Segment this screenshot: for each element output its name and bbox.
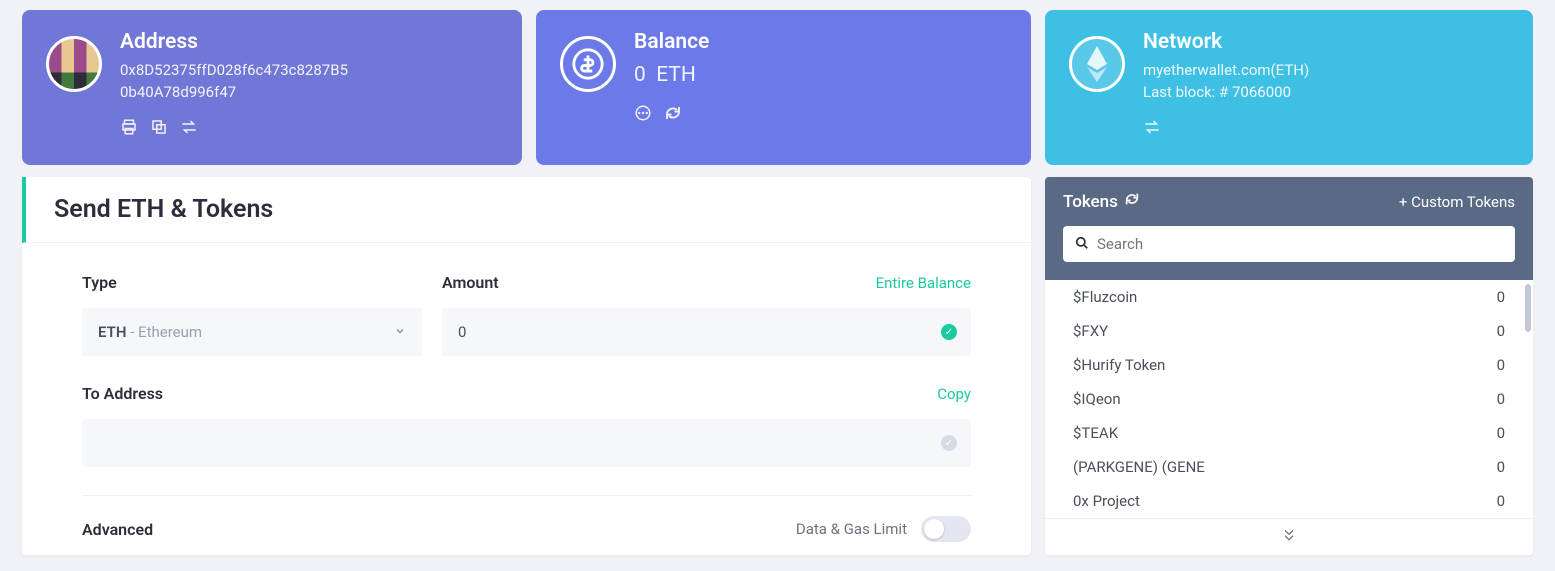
address-title: Address xyxy=(120,30,348,54)
change-network-icon[interactable] xyxy=(1143,118,1161,140)
main-row: Send ETH & Tokens Type ETH - Ethereum xyxy=(0,165,1555,555)
amount-label: Amount xyxy=(442,273,499,292)
token-name: $Fluzcoin xyxy=(1073,288,1137,306)
print-icon[interactable] xyxy=(120,118,138,140)
balance-card: Balance 0 ETH xyxy=(536,10,1031,165)
ethereum-icon xyxy=(1069,36,1125,92)
tokens-title: Tokens xyxy=(1063,191,1140,212)
dollar-icon xyxy=(560,36,616,92)
token-item[interactable]: $IQeon 0 xyxy=(1045,382,1533,416)
address-value: 0x8D52375ffD028f6c473c8287B5 0b40A78d996… xyxy=(120,60,348,104)
divider xyxy=(82,495,971,496)
network-card: Network myetherwallet.com(ETH) Last bloc… xyxy=(1045,10,1533,165)
balance-actions xyxy=(634,104,709,126)
type-amount-row: Type ETH - Ethereum Amount Entire Balanc… xyxy=(82,273,971,356)
advanced-toggle[interactable] xyxy=(921,516,971,542)
advanced-row: Advanced Data & Gas Limit xyxy=(82,516,971,542)
expand-tokens-button[interactable] xyxy=(1045,518,1533,555)
token-balance: 0 xyxy=(1497,458,1505,476)
balance-amount: 0 xyxy=(634,63,646,87)
token-name: 0x Project xyxy=(1073,492,1140,510)
balance-card-content: Balance 0 ETH xyxy=(634,30,709,126)
address-card-content: Address 0x8D52375ffD028f6c473c8287B5 0b4… xyxy=(120,30,348,140)
token-name: $Hurify Token xyxy=(1073,356,1165,374)
network-title: Network xyxy=(1143,30,1309,54)
identicon-icon xyxy=(46,36,102,92)
summary-cards: Address 0x8D52375ffD028f6c473c8287B5 0b4… xyxy=(0,0,1555,165)
token-name: $IQeon xyxy=(1073,390,1121,408)
advanced-right: Data & Gas Limit xyxy=(796,516,971,542)
address-card: Address 0x8D52375ffD028f6c473c8287B5 0b4… xyxy=(22,10,522,165)
token-name: $FXY xyxy=(1073,322,1108,340)
search-icon xyxy=(1075,235,1089,254)
token-balance: 0 xyxy=(1497,322,1505,340)
type-name: - Ethereum xyxy=(126,323,202,341)
to-address-column: To Address Copy ✓ xyxy=(82,384,971,467)
network-actions xyxy=(1143,118,1309,140)
network-lastblock: Last block: # 7066000 xyxy=(1143,82,1309,104)
refresh-icon[interactable] xyxy=(664,104,682,126)
type-label: Type xyxy=(82,273,117,292)
tokens-list[interactable]: $Fluzcoin0$FXY0$Hurify Token0$IQeon0$TEA… xyxy=(1045,280,1533,518)
address-line2: 0b40A78d996f47 xyxy=(120,82,348,104)
balance-title: Balance xyxy=(634,30,709,54)
token-balance: 0 xyxy=(1497,492,1505,510)
tokens-header: Tokens + Custom Tokens xyxy=(1045,177,1533,280)
to-address-row: To Address Copy ✓ xyxy=(82,384,971,467)
type-column: Type ETH - Ethereum xyxy=(82,273,422,356)
copy-icon[interactable] xyxy=(150,118,168,140)
token-name: $TEAK xyxy=(1073,424,1118,442)
token-item[interactable]: $FXY 0 xyxy=(1045,314,1533,348)
check-circle-icon: ✓ xyxy=(941,324,957,340)
token-item[interactable]: $Hurify Token 0 xyxy=(1045,348,1533,382)
entire-balance-link[interactable]: Entire Balance xyxy=(876,274,971,292)
token-balance: 0 xyxy=(1497,356,1505,374)
lastblock-label: Last block: # xyxy=(1143,83,1232,101)
token-item[interactable]: $Fluzcoin 0 xyxy=(1045,280,1533,314)
balance-value: 0 ETH xyxy=(634,60,709,90)
advanced-label: Advanced xyxy=(82,520,153,539)
amount-input[interactable] xyxy=(458,323,955,341)
network-body: myetherwallet.com(ETH) Last block: # 706… xyxy=(1143,60,1309,104)
token-name: (PARKGENE) (GENE xyxy=(1073,458,1205,476)
scrollbar-thumb[interactable] xyxy=(1525,284,1531,332)
token-item[interactable]: (PARKGENE) (GENE 0 xyxy=(1045,450,1533,484)
gas-label: Data & Gas Limit xyxy=(796,520,907,538)
send-panel: Send ETH & Tokens Type ETH - Ethereum xyxy=(22,177,1031,555)
token-search-wrap xyxy=(1063,226,1515,262)
swap-icon[interactable] xyxy=(180,118,198,140)
network-provider: myetherwallet.com(ETH) xyxy=(1143,60,1309,82)
custom-tokens-link[interactable]: + Custom Tokens xyxy=(1399,193,1515,211)
refresh-icon[interactable] xyxy=(1124,191,1140,212)
amount-input-wrap: ✓ xyxy=(442,308,971,356)
send-body: Type ETH - Ethereum Amount Entire Balanc… xyxy=(22,243,1031,552)
token-search-input[interactable] xyxy=(1097,235,1503,253)
token-item[interactable]: 0x Project 0 xyxy=(1045,484,1533,518)
check-circle-icon: ✓ xyxy=(941,435,957,451)
to-address-input-wrap: ✓ xyxy=(82,419,971,467)
to-address-label: To Address xyxy=(82,384,163,403)
more-icon[interactable] xyxy=(634,104,652,126)
lastblock-value: 7066000 xyxy=(1232,83,1291,101)
address-actions xyxy=(120,118,348,140)
type-symbol: ETH xyxy=(98,323,126,341)
chevron-down-icon xyxy=(394,325,406,340)
network-card-content: Network myetherwallet.com(ETH) Last bloc… xyxy=(1143,30,1309,140)
to-address-input[interactable] xyxy=(98,434,955,452)
send-title: Send ETH & Tokens xyxy=(22,177,1031,243)
chevron-double-down-icon xyxy=(1281,527,1297,543)
token-item[interactable]: $TEAK 0 xyxy=(1045,416,1533,450)
balance-symbol: ETH xyxy=(656,63,696,87)
copy-link[interactable]: Copy xyxy=(937,385,971,403)
address-line1: 0x8D52375ffD028f6c473c8287B5 xyxy=(120,60,348,82)
amount-column: Amount Entire Balance ✓ xyxy=(442,273,971,356)
token-balance: 0 xyxy=(1497,288,1505,306)
tokens-title-text: Tokens xyxy=(1063,192,1118,212)
token-balance: 0 xyxy=(1497,390,1505,408)
tokens-panel: Tokens + Custom Tokens $Fluzcoin0$FXY0$H… xyxy=(1045,177,1533,555)
type-select[interactable]: ETH - Ethereum xyxy=(82,308,422,356)
token-balance: 0 xyxy=(1497,424,1505,442)
